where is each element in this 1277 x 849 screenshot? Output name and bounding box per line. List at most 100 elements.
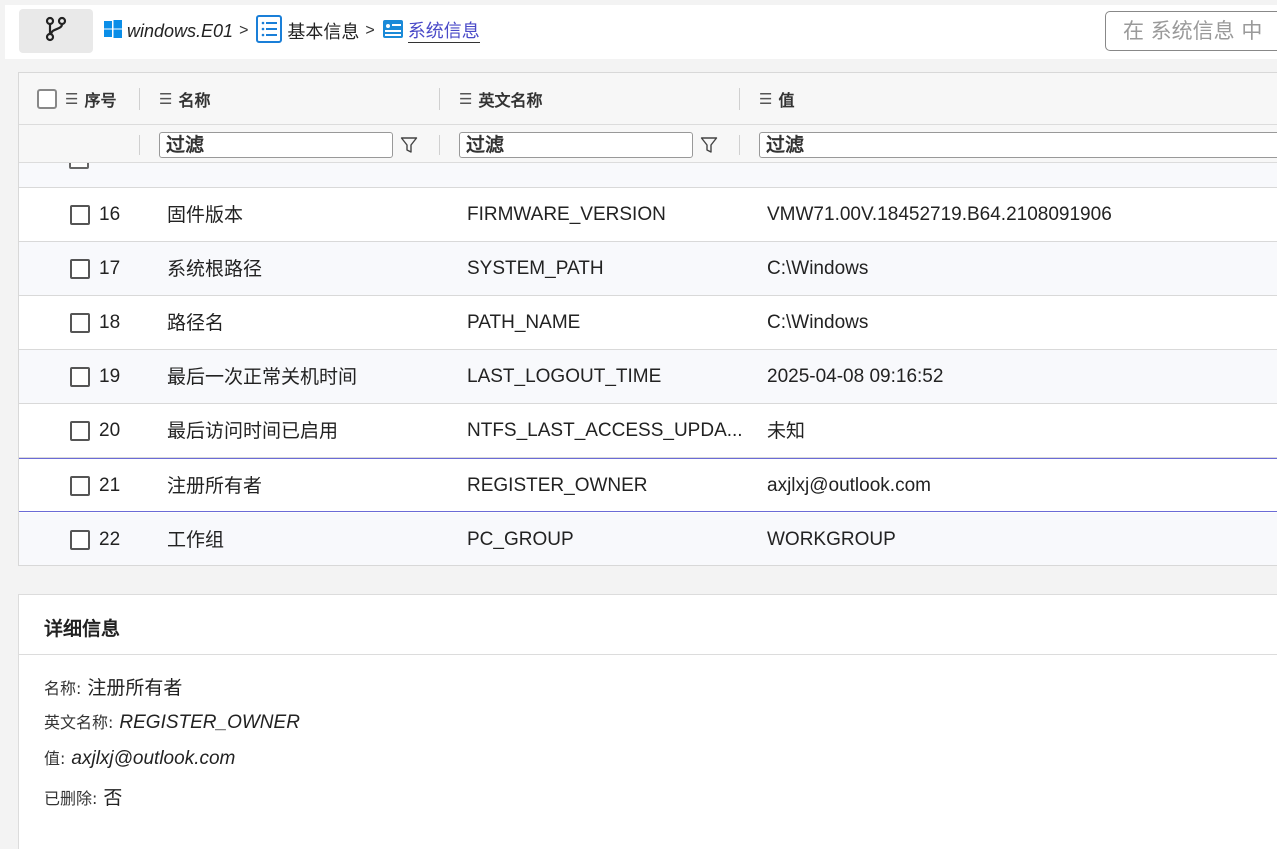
data-table: ☰ 序号 ☰ 名称 ☰ 英文名称 ☰ 值 过滤 过滤 过滤 16 固件版本 FI… bbox=[18, 72, 1277, 566]
cell-en-name: PC_GROUP bbox=[467, 529, 574, 550]
breadcrumb-label: 系统信息 bbox=[407, 20, 480, 43]
column-menu-icon: ☰ bbox=[759, 91, 773, 108]
table-body: 16 固件版本 FIRMWARE_VERSION VMW71.00V.18452… bbox=[19, 163, 1277, 565]
cell-value: 2025-04-08 09:16:52 bbox=[767, 366, 944, 387]
cell-en-name: NTFS_LAST_ACCESS_UPDA... bbox=[467, 420, 743, 441]
table-row[interactable]: 20 最后访问时间已启用 NTFS_LAST_ACCESS_UPDA... 未知 bbox=[19, 404, 1277, 458]
cell-value: C:\Windows bbox=[767, 312, 869, 333]
column-divider[interactable] bbox=[439, 88, 440, 110]
detail-label: 值: bbox=[44, 749, 66, 768]
detail-field-en-name: 英文名称: REGISTER_OWNER bbox=[44, 709, 300, 734]
cell-index: 18 bbox=[99, 312, 121, 333]
cell-en-name: SYSTEM_PATH bbox=[467, 258, 604, 279]
cell-index: 20 bbox=[99, 420, 121, 441]
breadcrumb: windows.E01 > 基本信息 > 系统信息 bbox=[103, 11, 480, 51]
table-header: ☰ 序号 ☰ 名称 ☰ 英文名称 ☰ 值 bbox=[19, 73, 1277, 125]
windows-logo-icon bbox=[103, 19, 123, 44]
filter-row: 过滤 过滤 过滤 bbox=[19, 125, 1277, 163]
page: windows.E01 > 基本信息 > 系统信息 在 系统信息 中 ☰ 序号 … bbox=[0, 0, 1277, 849]
git-branch-icon bbox=[44, 16, 68, 47]
cell-en-name: LAST_LOGOUT_TIME bbox=[467, 366, 662, 387]
cell-value: C:\Windows bbox=[767, 258, 869, 279]
row-checkbox[interactable] bbox=[70, 259, 90, 279]
detail-field-deleted: 已删除: 否 bbox=[44, 783, 122, 810]
filter-input-value[interactable]: 过滤 bbox=[759, 132, 1277, 158]
cell-index: 19 bbox=[99, 366, 121, 387]
filter-funnel-icon[interactable] bbox=[399, 134, 419, 156]
cell-value: VMW71.00V.18452719.B64.2108091906 bbox=[767, 204, 1112, 225]
filter-input-en-name[interactable]: 过滤 bbox=[459, 132, 693, 158]
column-divider bbox=[439, 135, 440, 155]
search-input[interactable]: 在 系统信息 中 bbox=[1105, 11, 1277, 51]
cell-en-name: FIRMWARE_VERSION bbox=[467, 204, 666, 225]
breadcrumb-label: 基本信息 bbox=[287, 22, 360, 42]
cell-index: 22 bbox=[99, 529, 121, 550]
cell-value: axjlxj@outlook.com bbox=[767, 475, 931, 496]
cell-name: 路径名 bbox=[167, 312, 225, 334]
column-divider[interactable] bbox=[139, 88, 140, 110]
detail-value: 否 bbox=[103, 787, 123, 809]
branch-button[interactable] bbox=[19, 9, 93, 53]
row-checkbox[interactable] bbox=[70, 530, 90, 550]
table-row-partial[interactable] bbox=[19, 163, 1277, 188]
divider bbox=[19, 654, 1277, 655]
cell-name: 固件版本 bbox=[167, 204, 244, 226]
cell-en-name: PATH_NAME bbox=[467, 312, 581, 333]
detail-value: axjlxj@outlook.com bbox=[71, 748, 236, 769]
cell-value: WORKGROUP bbox=[767, 529, 896, 550]
cell-name: 系统根路径 bbox=[167, 258, 263, 280]
filter-input-name[interactable]: 过滤 bbox=[159, 132, 393, 158]
chevron-right-icon: > bbox=[365, 22, 375, 39]
detail-field-name: 名称: 注册所有者 bbox=[44, 673, 182, 700]
column-menu-icon: ☰ bbox=[159, 91, 173, 108]
table-row[interactable]: 22 工作组 PC_GROUP WORKGROUP bbox=[19, 513, 1277, 565]
select-all-checkbox[interactable] bbox=[37, 89, 57, 109]
row-checkbox[interactable] bbox=[70, 205, 90, 225]
filter-funnel-icon[interactable] bbox=[699, 134, 719, 156]
column-header-value[interactable]: ☰ 值 bbox=[759, 73, 794, 125]
table-row[interactable]: 18 路径名 PATH_NAME C:\Windows bbox=[19, 296, 1277, 350]
details-title: 详细信息 bbox=[44, 618, 121, 640]
column-divider bbox=[139, 135, 140, 155]
detail-label: 英文名称: bbox=[44, 713, 114, 732]
details-panel: 详细信息 名称: 注册所有者 英文名称: REGISTER_OWNER 值: a… bbox=[18, 594, 1277, 849]
column-divider bbox=[739, 135, 740, 155]
breadcrumb-label: windows.E01 bbox=[127, 20, 234, 41]
column-header-name[interactable]: ☰ 名称 bbox=[159, 73, 210, 125]
row-checkbox[interactable] bbox=[70, 313, 90, 333]
row-checkbox[interactable] bbox=[70, 476, 90, 496]
cell-name: 工作组 bbox=[167, 529, 225, 551]
list-icon bbox=[255, 14, 283, 48]
table-row[interactable]: 17 系统根路径 SYSTEM_PATH C:\Windows bbox=[19, 242, 1277, 296]
breadcrumb-item-basic-info[interactable]: 基本信息 bbox=[255, 14, 360, 48]
cell-index: 16 bbox=[99, 204, 121, 225]
row-checkbox[interactable] bbox=[70, 421, 90, 441]
cell-en-name: REGISTER_OWNER bbox=[467, 475, 648, 496]
breadcrumb-item-system-info[interactable]: 系统信息 bbox=[382, 18, 480, 45]
table-row-selected[interactable]: 21 注册所有者 REGISTER_OWNER axjlxj@outlook.c… bbox=[19, 458, 1277, 512]
table-row[interactable]: 19 最后一次正常关机时间 LAST_LOGOUT_TIME 2025-04-0… bbox=[19, 350, 1277, 404]
row-checkbox[interactable] bbox=[69, 163, 89, 169]
column-menu-icon: ☰ bbox=[459, 91, 473, 108]
system-info-icon bbox=[382, 18, 404, 45]
table-row[interactable]: 16 固件版本 FIRMWARE_VERSION VMW71.00V.18452… bbox=[19, 188, 1277, 242]
chevron-right-icon: > bbox=[239, 22, 249, 39]
detail-label: 已删除: bbox=[44, 789, 98, 808]
cell-index: 21 bbox=[99, 475, 121, 496]
column-menu-icon: ☰ bbox=[65, 91, 79, 108]
cell-name: 最后访问时间已启用 bbox=[167, 420, 339, 442]
cell-name: 最后一次正常关机时间 bbox=[167, 366, 358, 388]
detail-label: 名称: bbox=[44, 679, 82, 698]
cell-index: 17 bbox=[99, 258, 121, 279]
detail-field-value: 值: axjlxj@outlook.com bbox=[44, 745, 235, 770]
detail-value: 注册所有者 bbox=[87, 677, 183, 699]
cell-name: 注册所有者 bbox=[167, 475, 263, 497]
breadcrumb-item-evidence[interactable]: windows.E01 bbox=[103, 19, 233, 44]
cell-value: 未知 bbox=[767, 420, 806, 442]
row-checkbox[interactable] bbox=[70, 367, 90, 387]
column-header-index[interactable]: ☰ 序号 bbox=[65, 73, 116, 125]
column-header-en-name[interactable]: ☰ 英文名称 bbox=[459, 73, 542, 125]
column-divider[interactable] bbox=[739, 88, 740, 110]
detail-value: REGISTER_OWNER bbox=[119, 712, 300, 733]
top-bar: windows.E01 > 基本信息 > 系统信息 在 系统信息 中 bbox=[5, 5, 1277, 59]
